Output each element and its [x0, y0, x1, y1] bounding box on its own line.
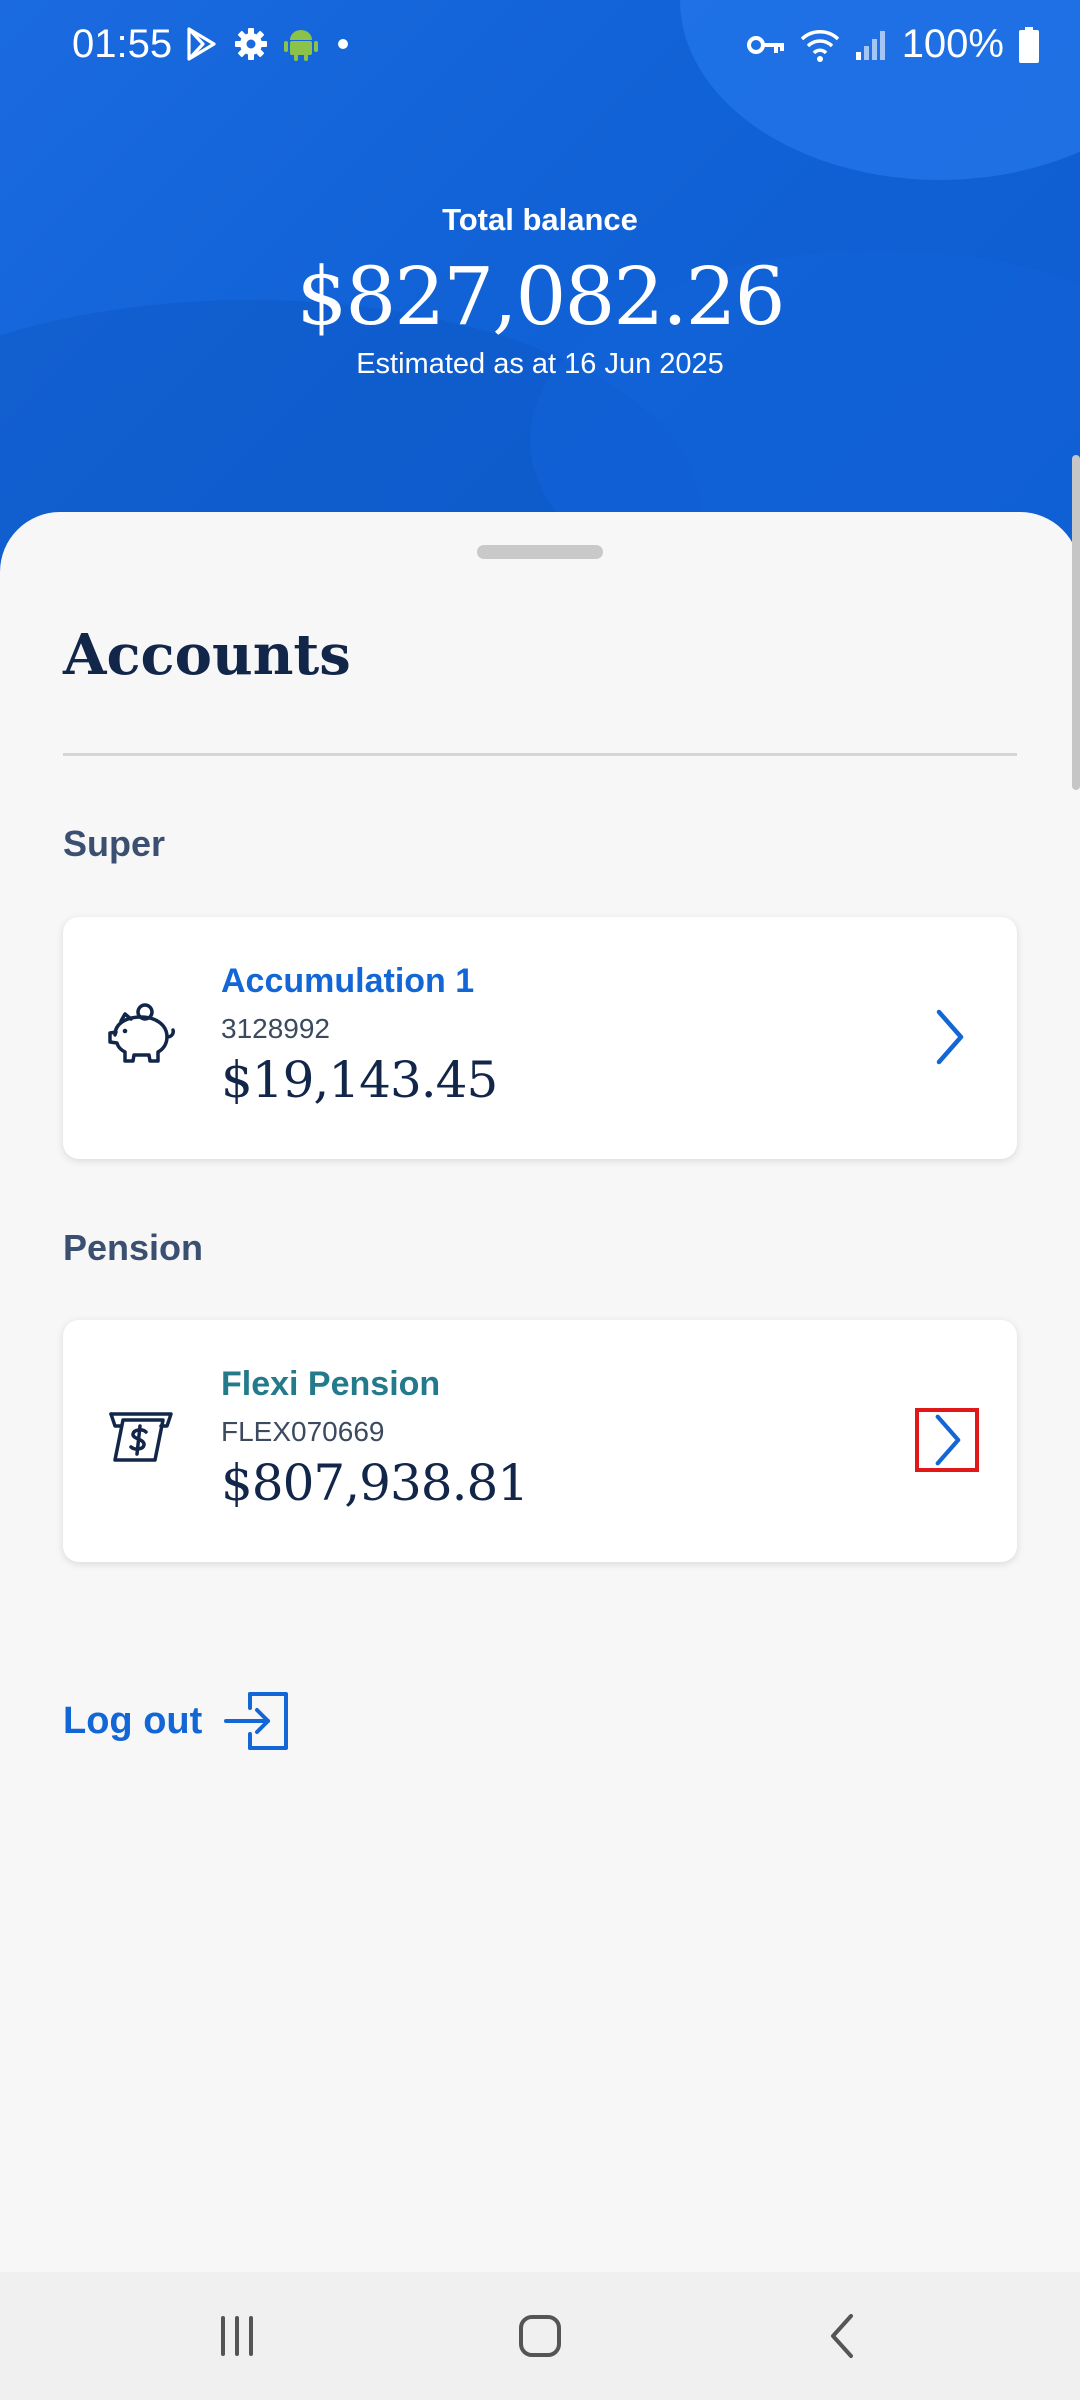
key-icon — [746, 35, 784, 54]
chevron-right-icon[interactable] — [919, 1007, 979, 1067]
status-right-icons: 100% — [746, 22, 1040, 67]
status-left-icons — [183, 26, 353, 62]
recent-apps-icon[interactable] — [207, 2306, 267, 2366]
account-number: FLEX070669 — [221, 1416, 385, 1447]
play-store-icon — [187, 27, 216, 61]
account-balance: $807,938.81 — [221, 1454, 529, 1512]
total-balance-amount: $827,082.26 — [296, 250, 786, 343]
home-icon[interactable] — [510, 2306, 570, 2366]
wifi-icon — [800, 29, 839, 62]
balance-date: Estimated as at 16 Jun 2025 — [356, 348, 724, 380]
piggy-bank-icon — [108, 1003, 175, 1063]
status-time: 01:55 — [72, 22, 173, 66]
status-bar: 01:55 100% — [0, 0, 1080, 92]
scrollbar[interactable] — [1072, 455, 1080, 790]
gear-icon — [235, 28, 267, 60]
account-name: Accumulation 1 — [221, 962, 475, 1000]
divider — [63, 753, 1017, 756]
account-balance: $19,143.45 — [221, 1051, 498, 1109]
pension-cash-icon — [109, 1412, 173, 1462]
account-number: 3128992 — [221, 1013, 331, 1044]
chevron-right-icon[interactable] — [915, 1408, 979, 1472]
logout-icon — [224, 1692, 289, 1750]
system-nav-bar — [0, 2272, 1080, 2400]
battery-percent: 100% — [901, 22, 1004, 66]
section-label-pension: Pension — [63, 1227, 204, 1268]
battery-icon — [1019, 26, 1039, 63]
sheet-drag-handle[interactable] — [477, 545, 603, 559]
back-icon[interactable] — [813, 2306, 873, 2366]
account-card-flexi-pension[interactable]: Flexi Pension FLEX070669 $807,938.81 — [63, 1320, 1017, 1562]
page-title: Accounts — [63, 622, 351, 688]
account-card-accumulation[interactable]: Accumulation 1 3128992 $19,143.45 — [63, 917, 1017, 1159]
total-balance-label: Total balance — [442, 202, 638, 237]
account-name: Flexi Pension — [221, 1365, 441, 1403]
logout-button[interactable]: Log out — [63, 1690, 290, 1752]
section-label-super: Super — [63, 823, 166, 864]
dot-icon — [338, 39, 348, 49]
signal-icon — [855, 30, 885, 60]
logout-label: Log out — [63, 1699, 203, 1742]
android-icon — [284, 30, 318, 61]
